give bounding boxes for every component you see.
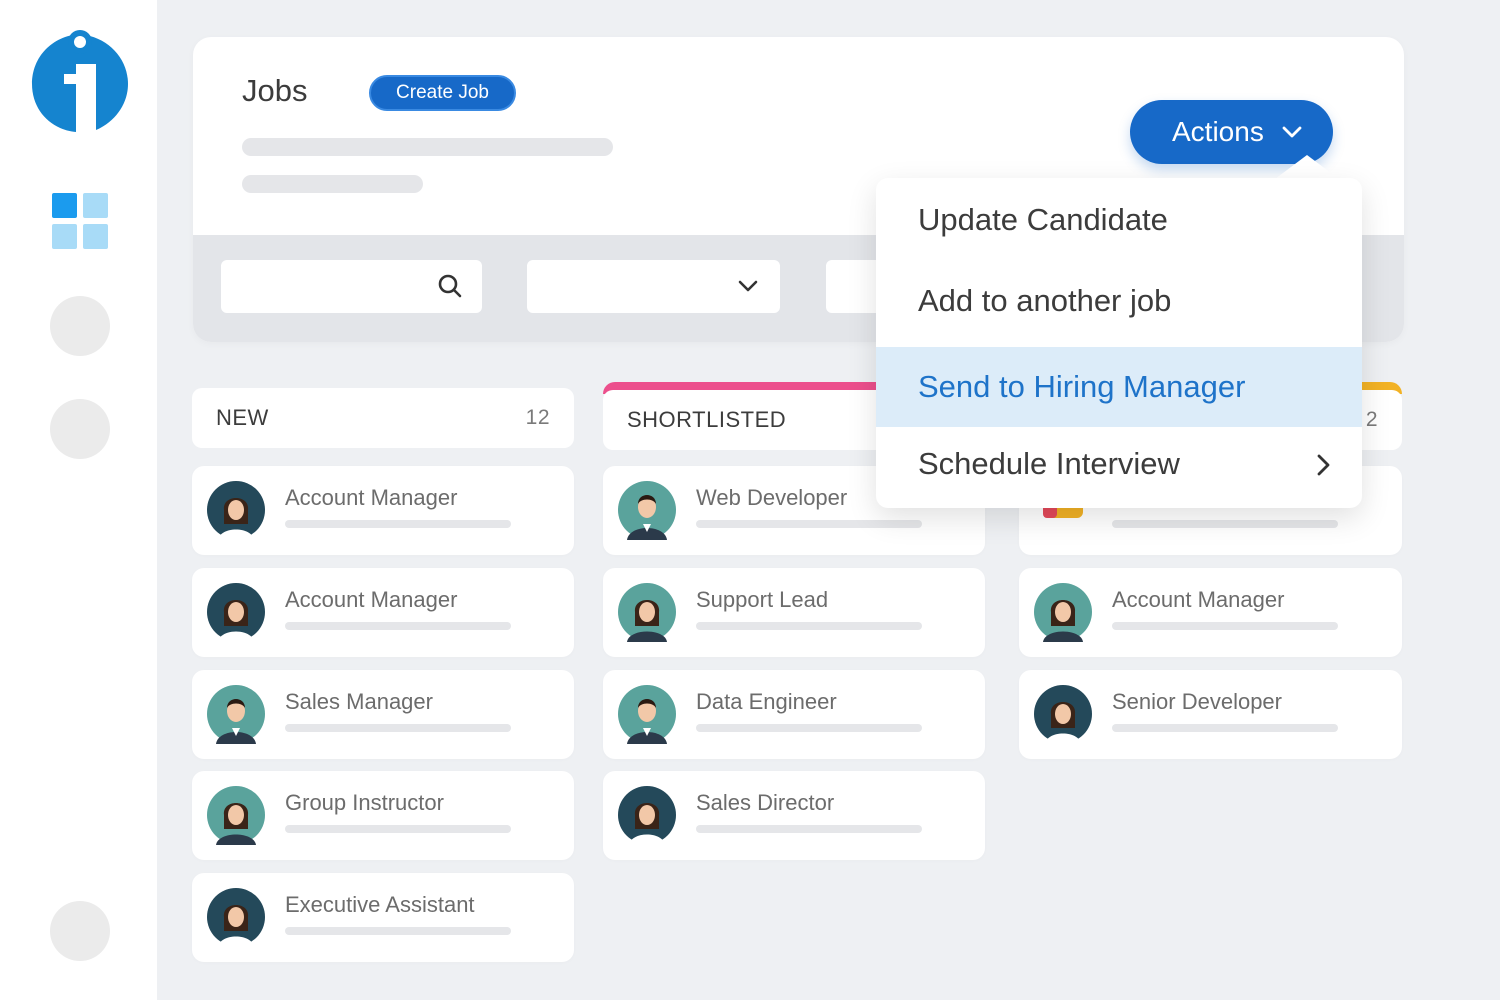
placeholder-line — [285, 927, 511, 935]
candidate-card[interactable]: Group Instructor — [192, 771, 574, 860]
dashboard-grid-icon[interactable] — [52, 193, 108, 249]
search-input[interactable] — [221, 260, 482, 313]
actions-button-label: Actions — [1172, 116, 1264, 147]
placeholder-line — [285, 520, 511, 528]
column-header-new: NEW 12 — [192, 388, 574, 448]
actions-dropdown-menu: Update Candidate Add to another job Send… — [876, 178, 1362, 508]
chevron-right-icon — [1317, 454, 1330, 476]
candidate-card[interactable]: Executive Assistant — [192, 873, 574, 962]
sidebar-nav-item[interactable] — [50, 399, 110, 459]
sidebar-nav-item[interactable] — [50, 901, 110, 961]
female-avatar-icon — [207, 583, 265, 642]
job-title: Group Instructor — [285, 790, 444, 815]
column-title: SHORTLISTED — [627, 407, 787, 432]
placeholder-line — [696, 520, 922, 528]
placeholder-line — [242, 138, 613, 156]
candidate-card[interactable]: Sales Director — [603, 771, 985, 860]
candidate-card[interactable]: Data Engineer — [603, 670, 985, 759]
job-title: Account Manager — [285, 587, 458, 612]
placeholder-line — [285, 825, 511, 833]
candidate-card[interactable]: Account Manager — [1019, 568, 1402, 657]
male-avatar-icon — [618, 481, 676, 540]
job-title: Account Manager — [1112, 587, 1285, 612]
job-title: Web Developer — [696, 485, 848, 510]
job-title: Support Lead — [696, 587, 829, 612]
placeholder-line — [242, 175, 423, 193]
male-avatar-icon — [207, 685, 265, 744]
job-title: Executive Assistant — [285, 892, 475, 917]
job-title: Account Manager — [285, 485, 458, 510]
male-avatar-icon — [618, 685, 676, 744]
job-title: Senior Developer — [1112, 689, 1282, 714]
candidate-card[interactable]: Support Lead — [603, 568, 985, 657]
female-avatar-icon — [1034, 685, 1092, 744]
create-job-button[interactable]: Create Job — [369, 75, 516, 111]
chevron-down-icon — [738, 280, 758, 292]
female-avatar-icon — [618, 786, 676, 845]
placeholder-line — [1112, 520, 1338, 528]
search-icon — [438, 274, 462, 298]
page-title: Jobs — [242, 73, 308, 108]
sidebar — [0, 0, 157, 1000]
menu-item-update-candidate[interactable]: Update Candidate — [876, 180, 1362, 260]
chevron-down-icon — [1282, 126, 1302, 138]
column-count: 2 — [1365, 408, 1378, 431]
column-count: 12 — [525, 406, 550, 429]
female-avatar-icon — [618, 583, 676, 642]
placeholder-line — [696, 622, 922, 630]
placeholder-line — [1112, 622, 1338, 630]
candidate-card[interactable]: Senior Developer — [1019, 670, 1402, 759]
job-title: Data Engineer — [696, 689, 837, 714]
menu-item-label: Schedule Interview — [918, 446, 1180, 481]
placeholder-line — [285, 724, 511, 732]
placeholder-line — [696, 825, 922, 833]
job-title: Sales Director — [696, 790, 835, 815]
sidebar-nav-item[interactable] — [50, 296, 110, 356]
menu-item-schedule-interview[interactable]: Schedule Interview — [876, 424, 1362, 504]
column-title: NEW — [216, 405, 269, 430]
job-title: Sales Manager — [285, 689, 433, 714]
candidate-card[interactable]: Sales Manager — [192, 670, 574, 759]
female-avatar-icon — [207, 786, 265, 845]
placeholder-line — [285, 622, 511, 630]
filter-dropdown[interactable] — [527, 260, 780, 313]
female-avatar-icon — [207, 481, 265, 540]
menu-item-send-to-hiring-manager[interactable]: Send to Hiring Manager — [876, 347, 1362, 427]
app-logo-icon[interactable] — [30, 24, 130, 132]
female-avatar-icon — [1034, 583, 1092, 642]
placeholder-line — [1112, 724, 1338, 732]
menu-item-add-to-another-job[interactable]: Add to another job — [876, 261, 1362, 341]
female-avatar-icon — [207, 888, 265, 947]
candidate-card[interactable]: Account Manager — [192, 466, 574, 555]
candidate-card[interactable]: Account Manager — [192, 568, 574, 657]
placeholder-line — [696, 724, 922, 732]
